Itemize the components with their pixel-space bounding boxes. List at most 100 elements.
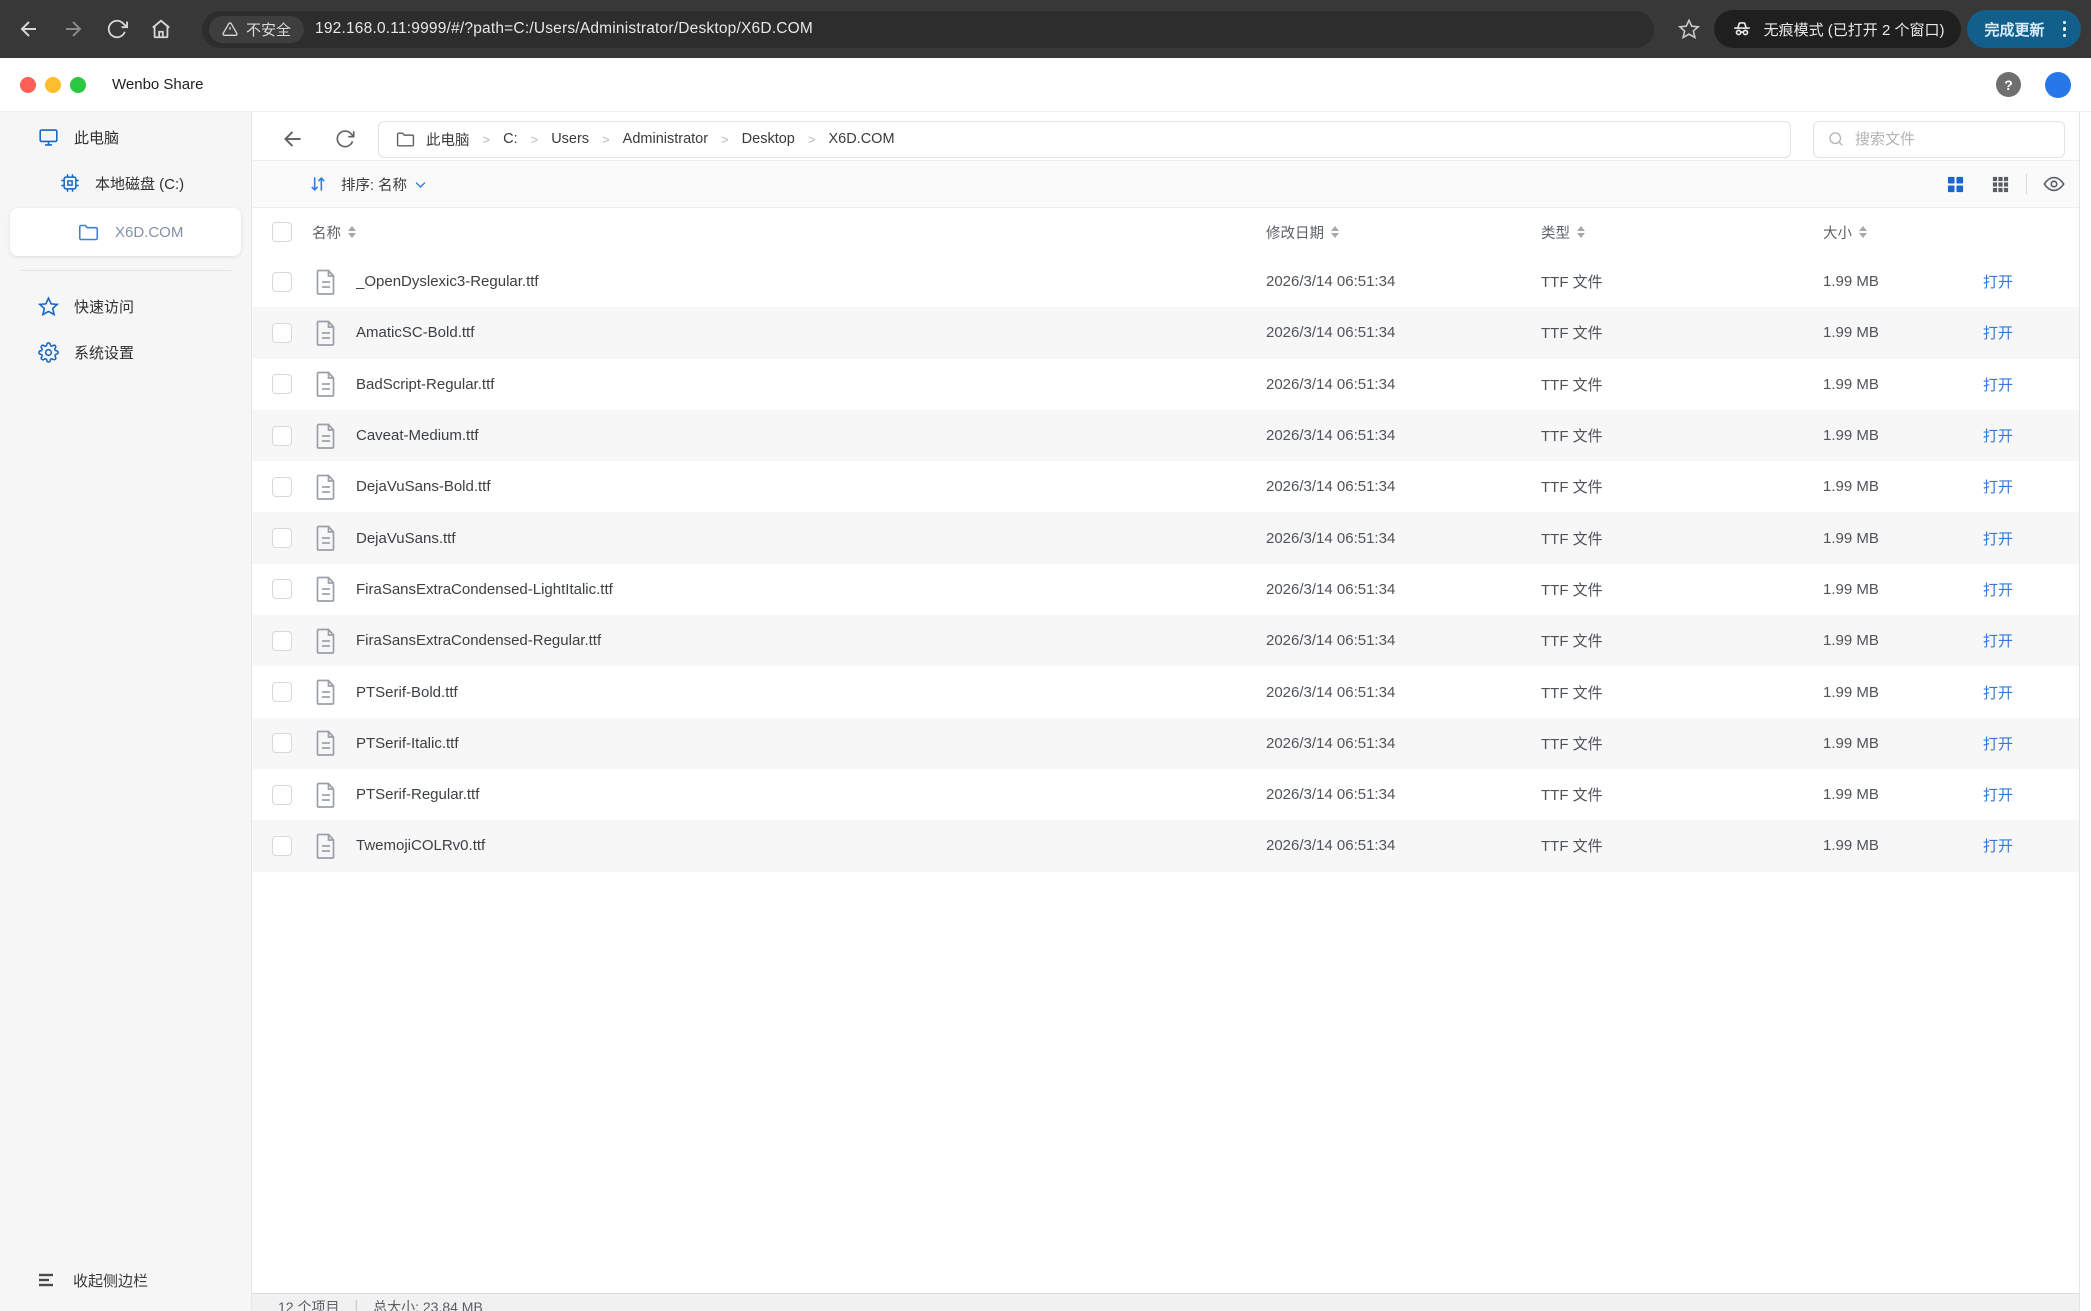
open-file-button[interactable]: 打开 <box>1983 838 2013 855</box>
gear-icon <box>38 342 59 363</box>
help-button[interactable]: ? <box>1996 72 2021 97</box>
table-row[interactable]: _OpenDyslexic3-Regular.ttf 2026/3/14 06:… <box>252 256 2091 307</box>
table-row[interactable]: TwemojiCOLRv0.ttf 2026/3/14 06:51:34 TTF… <box>252 820 2091 871</box>
chevron-down-icon[interactable] <box>413 177 428 192</box>
row-checkbox[interactable] <box>272 631 292 651</box>
open-file-button[interactable]: 打开 <box>1983 685 2013 702</box>
table-row[interactable]: FiraSansExtraCondensed-Regular.ttf 2026/… <box>252 615 2091 666</box>
open-file-button[interactable]: 打开 <box>1983 531 2013 548</box>
browser-menu-icon[interactable] <box>2057 17 2073 42</box>
sidebar-item-quick-access[interactable]: 快速访问 <box>0 283 251 329</box>
star-icon <box>38 296 59 317</box>
sort-toggle-icon[interactable] <box>1331 226 1339 238</box>
select-all-checkbox[interactable] <box>272 222 292 242</box>
open-file-button[interactable]: 打开 <box>1983 787 2013 804</box>
home-icon <box>150 18 172 40</box>
avatar[interactable] <box>2045 72 2071 98</box>
sort-toggle-icon[interactable] <box>1859 226 1867 238</box>
address-bar[interactable]: 不安全 192.168.0.11:9999/#/?path=C:/Users/A… <box>202 11 1654 48</box>
table-row[interactable]: PTSerif-Regular.ttf 2026/3/14 06:51:34 T… <box>252 769 2091 820</box>
table-row[interactable]: DejaVuSans-Bold.ttf 2026/3/14 06:51:34 T… <box>252 461 2091 512</box>
breadcrumb-segment[interactable]: C: <box>503 131 518 147</box>
file-type: TTF 文件 <box>1541 682 1823 703</box>
breadcrumb-segment[interactable]: X6D.COM <box>828 131 894 147</box>
view-large-icons-button[interactable] <box>1946 175 1965 194</box>
file-date: 2026/3/14 06:51:34 <box>1266 273 1541 290</box>
breadcrumb-segment[interactable]: 此电脑 <box>426 129 470 150</box>
row-checkbox[interactable] <box>272 477 292 497</box>
table-row[interactable]: FiraSansExtraCondensed-LightItalic.ttf 2… <box>252 564 2091 615</box>
open-file-button[interactable]: 打开 <box>1983 377 2013 394</box>
sort-toggle-icon[interactable] <box>1577 226 1585 238</box>
column-header-date[interactable]: 修改日期 <box>1266 222 1541 243</box>
row-checkbox[interactable] <box>272 836 292 856</box>
breadcrumb-segment[interactable]: Administrator <box>623 131 708 147</box>
table-row[interactable]: DejaVuSans.ttf 2026/3/14 06:51:34 TTF 文件… <box>252 512 2091 563</box>
browser-back-button[interactable] <box>10 10 48 48</box>
preview-toggle-button[interactable] <box>2043 173 2065 195</box>
back-arrow-icon <box>280 126 306 152</box>
search-box[interactable] <box>1813 121 2065 158</box>
row-checkbox[interactable] <box>272 785 292 805</box>
row-checkbox[interactable] <box>272 682 292 702</box>
browser-forward-button[interactable] <box>54 10 92 48</box>
column-header-name[interactable]: 名称 <box>312 222 1266 243</box>
sidebar-item-system-settings[interactable]: 系统设置 <box>0 329 251 375</box>
table-row[interactable]: PTSerif-Bold.ttf 2026/3/14 06:51:34 TTF … <box>252 666 2091 717</box>
column-header-type[interactable]: 类型 <box>1541 222 1823 243</box>
row-checkbox[interactable] <box>272 374 292 394</box>
table-row[interactable]: Caveat-Medium.ttf 2026/3/14 06:51:34 TTF… <box>252 410 2091 461</box>
sidebar-item-this-pc[interactable]: 此电脑 <box>0 114 251 160</box>
row-checkbox[interactable] <box>272 733 292 753</box>
open-file-button[interactable]: 打开 <box>1983 325 2013 342</box>
open-file-button[interactable]: 打开 <box>1983 582 2013 599</box>
breadcrumb-separator: > <box>719 132 731 147</box>
row-checkbox[interactable] <box>272 272 292 292</box>
browser-toolbar: 不安全 192.168.0.11:9999/#/?path=C:/Users/A… <box>0 0 2091 58</box>
breadcrumb-segment[interactable]: Desktop <box>742 131 795 147</box>
view-small-icons-button[interactable] <box>1991 175 2010 194</box>
breadcrumb-segment[interactable]: Users <box>551 131 589 147</box>
app-titlebar: Wenbo Share ? <box>0 58 2091 112</box>
sort-toggle-icon[interactable] <box>348 226 356 238</box>
finish-update-button[interactable]: 完成更新 <box>1967 10 2081 48</box>
security-chip[interactable]: 不安全 <box>209 16 304 43</box>
row-checkbox[interactable] <box>272 426 292 446</box>
column-header-label: 修改日期 <box>1266 222 1324 243</box>
scrollbar-gutter[interactable] <box>2079 112 2091 1311</box>
sidebar-item-x6d-com-selected[interactable]: X6D.COM <box>10 208 241 256</box>
file-type: TTF 文件 <box>1541 528 1823 549</box>
file-name: AmaticSC-Bold.ttf <box>356 324 1266 341</box>
collapse-sidebar-button[interactable]: 收起侧边栏 <box>0 1257 251 1303</box>
row-checkbox[interactable] <box>272 528 292 548</box>
row-checkbox[interactable] <box>272 579 292 599</box>
nav-back-button[interactable] <box>280 126 306 152</box>
monitor-icon <box>38 127 59 148</box>
minimize-window-button[interactable] <box>45 77 61 93</box>
sort-label[interactable]: 排序: 名称 <box>341 174 407 195</box>
close-window-button[interactable] <box>20 77 36 93</box>
open-file-button[interactable]: 打开 <box>1983 428 2013 445</box>
bookmark-button[interactable] <box>1670 10 1708 48</box>
open-file-button[interactable]: 打开 <box>1983 479 2013 496</box>
open-file-button[interactable]: 打开 <box>1983 274 2013 291</box>
sidebar-item-label: X6D.COM <box>115 224 183 241</box>
open-file-button[interactable]: 打开 <box>1983 633 2013 650</box>
breadcrumb[interactable]: 此电脑> C:> Users> Administrator> Desktop> … <box>378 121 1791 158</box>
browser-home-button[interactable] <box>142 10 180 48</box>
table-row[interactable]: PTSerif-Italic.ttf 2026/3/14 06:51:34 TT… <box>252 718 2091 769</box>
items-count: 12 个项目 <box>278 1297 339 1311</box>
column-header-size[interactable]: 大小 <box>1823 222 1983 243</box>
refresh-icon <box>106 18 128 40</box>
nav-refresh-button[interactable] <box>334 128 356 150</box>
open-file-button[interactable]: 打开 <box>1983 736 2013 753</box>
browser-refresh-button[interactable] <box>98 10 136 48</box>
file-date: 2026/3/14 06:51:34 <box>1266 427 1541 444</box>
table-row[interactable]: BadScript-Regular.ttf 2026/3/14 06:51:34… <box>252 359 2091 410</box>
sidebar-item-label: 快速访问 <box>74 296 134 317</box>
row-checkbox[interactable] <box>272 323 292 343</box>
maximize-window-button[interactable] <box>70 77 86 93</box>
sidebar-item-local-disk-c[interactable]: 本地磁盘 (C:) <box>0 160 251 206</box>
search-input[interactable] <box>1855 131 2051 148</box>
table-row[interactable]: AmaticSC-Bold.ttf 2026/3/14 06:51:34 TTF… <box>252 307 2091 358</box>
